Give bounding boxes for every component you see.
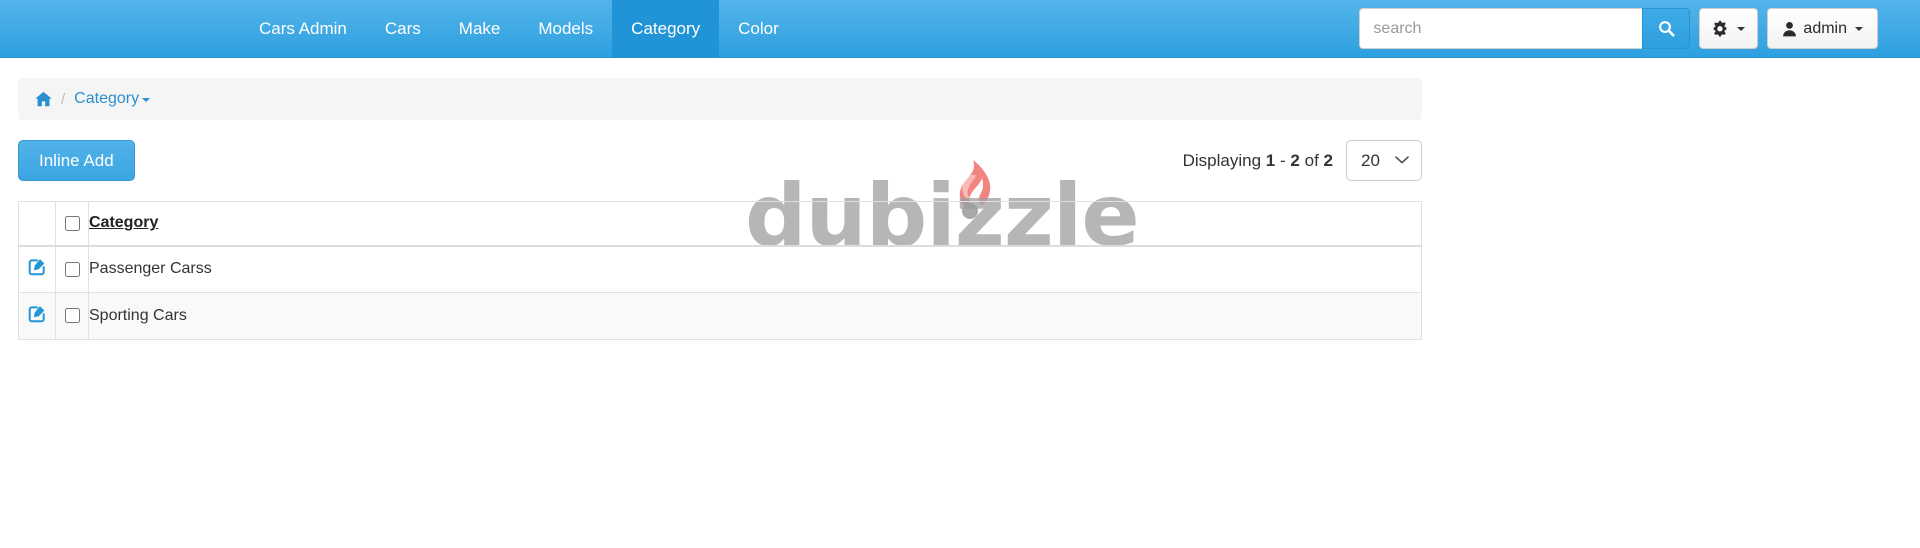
header-select-col bbox=[55, 201, 89, 247]
table-container: dubizzle Category Passenger Carss Sporti… bbox=[0, 160, 1422, 340]
page-size-select[interactable]: 20 bbox=[1346, 140, 1422, 181]
table-row: Sporting Cars bbox=[18, 292, 1422, 340]
row-action-cell bbox=[18, 245, 56, 293]
category-table: Category Passenger Carss Sporting Cars bbox=[18, 201, 1422, 340]
nav-item-category[interactable]: Category bbox=[612, 0, 720, 57]
select-all-checkbox[interactable] bbox=[64, 215, 80, 231]
settings-button[interactable] bbox=[1699, 8, 1759, 49]
search-button[interactable] bbox=[1642, 8, 1691, 49]
breadcrumb-container: / Category bbox=[0, 58, 1920, 120]
edit-square-icon bbox=[28, 259, 45, 276]
displaying-of: of bbox=[1304, 150, 1319, 170]
breadcrumb-separator: / bbox=[61, 90, 66, 108]
table-toolbar: Inline Add Displaying 1 - 2 of 2 20 bbox=[0, 120, 1422, 181]
row-category-cell: Passenger Carss bbox=[88, 245, 1422, 293]
nav-item-models[interactable]: Models bbox=[519, 0, 612, 57]
header-action-col bbox=[18, 201, 56, 247]
nav-item-cars[interactable]: Cars bbox=[366, 0, 440, 57]
row-select-cell bbox=[55, 292, 89, 340]
row-action-cell bbox=[18, 292, 56, 340]
gear-icon bbox=[1714, 20, 1727, 37]
user-caret-icon bbox=[1855, 26, 1863, 31]
table-head: Category bbox=[18, 201, 1422, 247]
navbar-left-spacer bbox=[0, 0, 240, 57]
home-icon bbox=[35, 91, 52, 107]
edit-square-icon bbox=[28, 306, 45, 323]
row-category-cell: Sporting Cars bbox=[88, 292, 1422, 340]
displaying-from: 1 bbox=[1265, 150, 1276, 170]
inline-add-button[interactable]: Inline Add bbox=[18, 140, 135, 181]
search-input[interactable] bbox=[1359, 8, 1643, 49]
nav-item-cars-admin[interactable]: Cars Admin bbox=[240, 0, 366, 57]
edit-row-button[interactable] bbox=[28, 304, 47, 323]
table-header-row: Category bbox=[18, 201, 1422, 247]
header-category-col: Category bbox=[88, 201, 1422, 247]
breadcrumb-current-label: Category bbox=[74, 90, 140, 107]
row-select-cell bbox=[55, 245, 89, 293]
displaying-dash: - bbox=[1280, 150, 1286, 170]
user-menu-label: admin bbox=[1803, 19, 1847, 37]
breadcrumb-caret-icon bbox=[142, 98, 151, 102]
table-body: Passenger Carss Sporting Cars bbox=[18, 245, 1422, 340]
breadcrumb-current-link[interactable]: Category bbox=[74, 90, 151, 108]
row-checkbox[interactable] bbox=[64, 261, 80, 277]
search-group bbox=[1359, 8, 1691, 49]
displaying-prefix: Displaying bbox=[1182, 150, 1262, 170]
nav-item-color[interactable]: Color bbox=[719, 0, 798, 57]
settings-caret-icon bbox=[1737, 26, 1746, 31]
top-navbar: Cars Admin Cars Make Models Category Col… bbox=[0, 0, 1920, 58]
edit-row-button[interactable] bbox=[28, 257, 47, 276]
breadcrumb-home-link[interactable] bbox=[35, 91, 52, 107]
nav-item-make[interactable]: Make bbox=[440, 0, 520, 57]
user-icon bbox=[1783, 21, 1797, 36]
displaying-text: Displaying 1 - 2 of 2 bbox=[1183, 151, 1333, 171]
user-menu-button[interactable]: admin bbox=[1767, 8, 1878, 49]
navbar-menu: Cars Admin Cars Make Models Category Col… bbox=[240, 0, 798, 57]
search-icon bbox=[1658, 21, 1675, 37]
sort-category-link[interactable]: Category bbox=[89, 214, 158, 231]
table-row: Passenger Carss bbox=[18, 245, 1422, 293]
displaying-summary: Displaying 1 - 2 of 2 20 bbox=[1183, 140, 1422, 181]
displaying-to: 2 bbox=[1290, 150, 1300, 170]
row-checkbox[interactable] bbox=[64, 308, 80, 324]
page-size-wrapper: 20 bbox=[1346, 140, 1422, 181]
displaying-total: 2 bbox=[1323, 150, 1333, 170]
navbar-right-tools: admin bbox=[1359, 0, 1920, 57]
breadcrumb: / Category bbox=[18, 78, 1422, 120]
